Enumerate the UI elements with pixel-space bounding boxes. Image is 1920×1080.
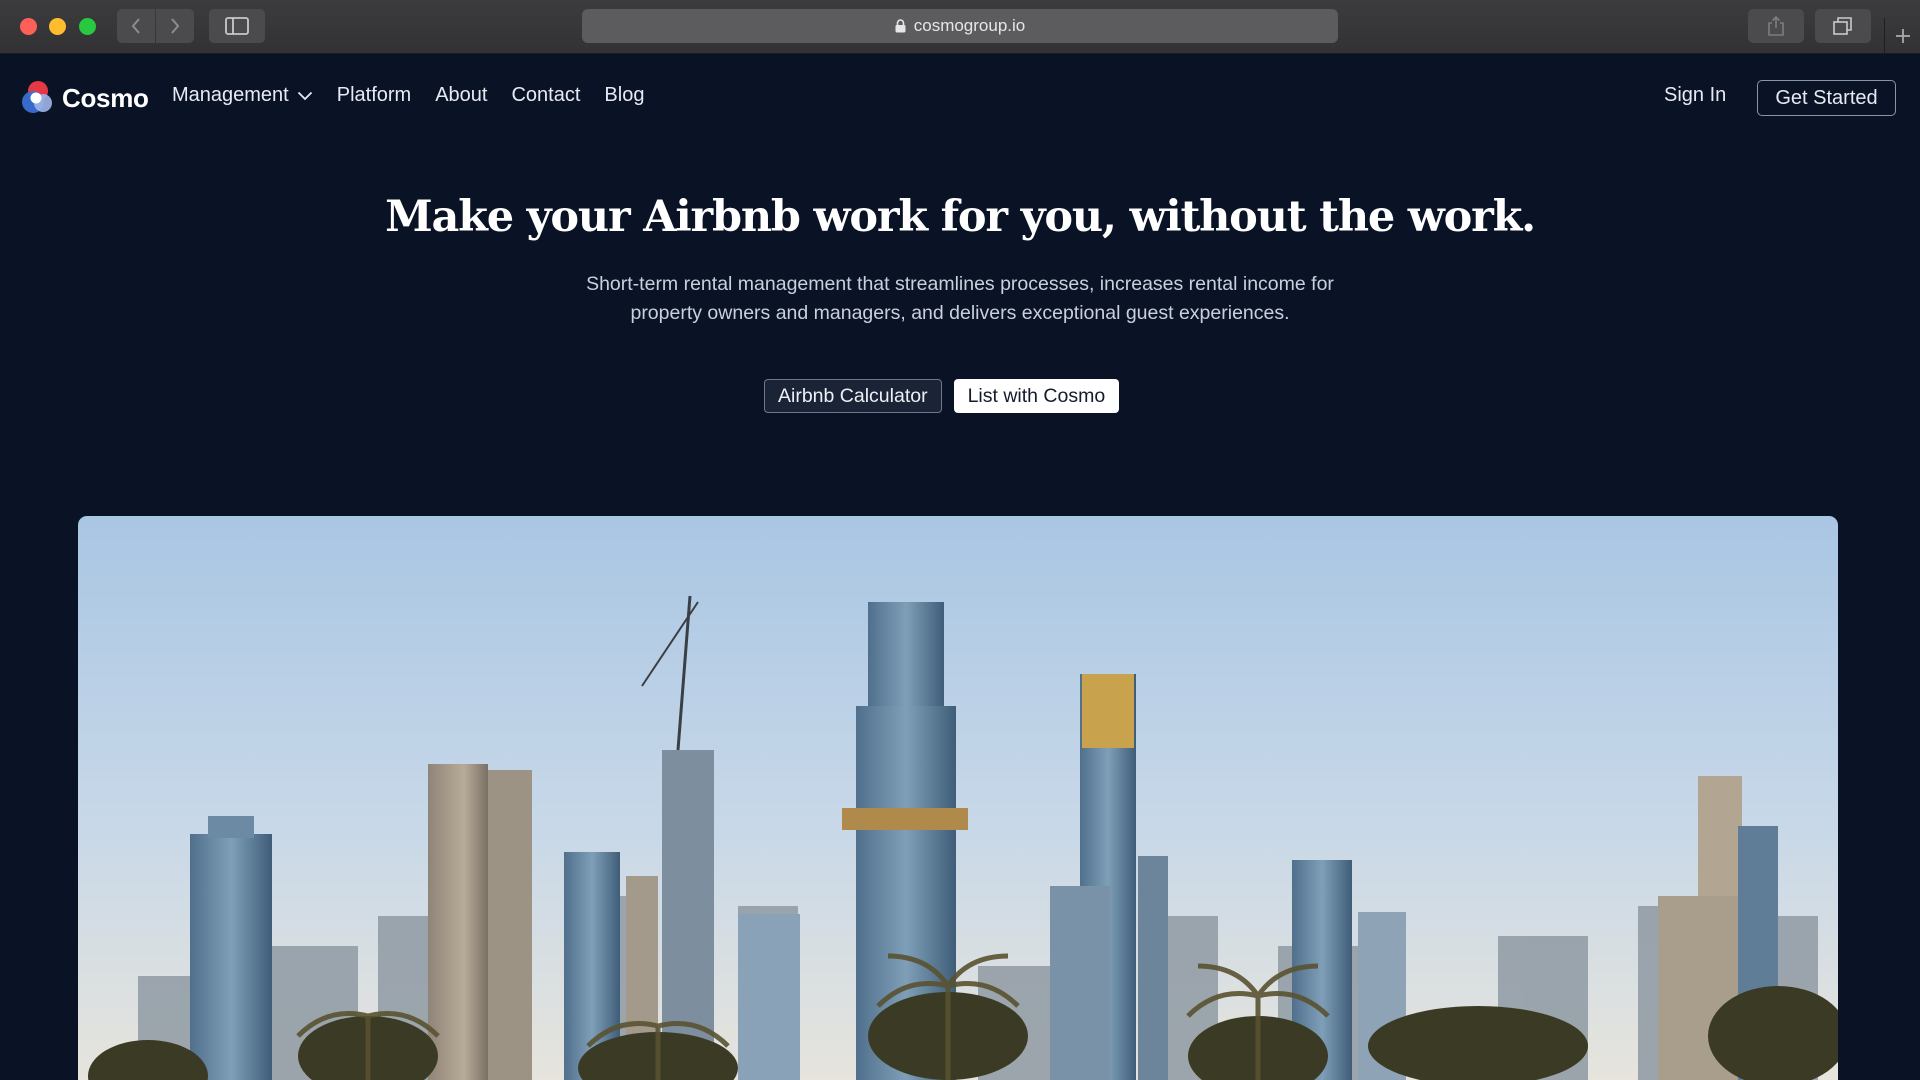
hero-title: Make your Airbnb work for you, without t… — [385, 192, 1536, 242]
skyline-illustration — [78, 516, 1838, 1080]
chevron-right-icon — [171, 18, 180, 34]
plus-icon — [1895, 29, 1910, 43]
cosmo-logo-icon — [22, 81, 52, 113]
new-tab-button[interactable] — [1884, 18, 1920, 54]
menu-item-label: Platform — [336, 84, 412, 106]
cosmo-logo[interactable]: Cosmo — [20, 78, 149, 118]
menu-item-contact[interactable]: Contact — [511, 84, 580, 107]
maximize-window-button[interactable] — [79, 18, 96, 35]
forward-button[interactable] — [156, 9, 194, 43]
share-button[interactable] — [1748, 9, 1804, 43]
share-icon — [1768, 15, 1784, 36]
hero-cta-group: Airbnb Calculator List with Cosmo — [764, 379, 1120, 413]
show-tabs-button[interactable] — [1815, 9, 1871, 43]
chevron-left-icon — [131, 18, 140, 34]
airbnb-calculator-button[interactable]: Airbnb Calculator — [764, 379, 942, 413]
logo-text: Cosmo — [62, 82, 149, 113]
hero-subtitle: Short-term rental management that stream… — [520, 270, 1400, 328]
hero-subtitle-line1: Short-term rental management that stream… — [586, 273, 1334, 295]
minimize-window-button[interactable] — [49, 18, 66, 35]
menu-item-label: Management — [172, 84, 289, 106]
menu-item-platform[interactable]: Platform — [337, 84, 411, 107]
get-started-button[interactable]: Get Started — [1757, 80, 1896, 116]
menu-item-management[interactable]: Management — [172, 84, 313, 107]
tabs-icon — [1833, 17, 1852, 35]
main-menu: Management Platform About Contact Blog — [172, 84, 668, 107]
list-with-cosmo-button[interactable]: List with Cosmo — [953, 379, 1120, 413]
sign-in-link[interactable]: Sign In — [1664, 84, 1726, 107]
address-bar[interactable]: cosmogroup.io — [582, 9, 1338, 43]
hero-skyline-image — [78, 516, 1838, 1080]
menu-item-label: About — [435, 84, 488, 106]
hero-subtitle-line2: property owners and managers, and delive… — [630, 302, 1290, 324]
menu-item-about[interactable]: About — [435, 84, 487, 107]
site-header: Cosmo Management Platform About Contact … — [0, 54, 1920, 142]
close-window-button[interactable] — [20, 18, 37, 35]
browser-toolbar: cosmogroup.io — [0, 0, 1920, 54]
menu-item-label: Blog — [604, 84, 645, 106]
sidebar-icon — [225, 17, 249, 35]
url-text: cosmogroup.io — [913, 16, 1026, 35]
chevron-down-icon — [297, 91, 312, 100]
sidebar-toggle-button[interactable] — [209, 9, 265, 43]
menu-item-blog[interactable]: Blog — [604, 84, 644, 107]
back-button[interactable] — [117, 9, 155, 43]
menu-item-label: Contact — [511, 84, 581, 106]
lock-icon — [895, 19, 906, 33]
